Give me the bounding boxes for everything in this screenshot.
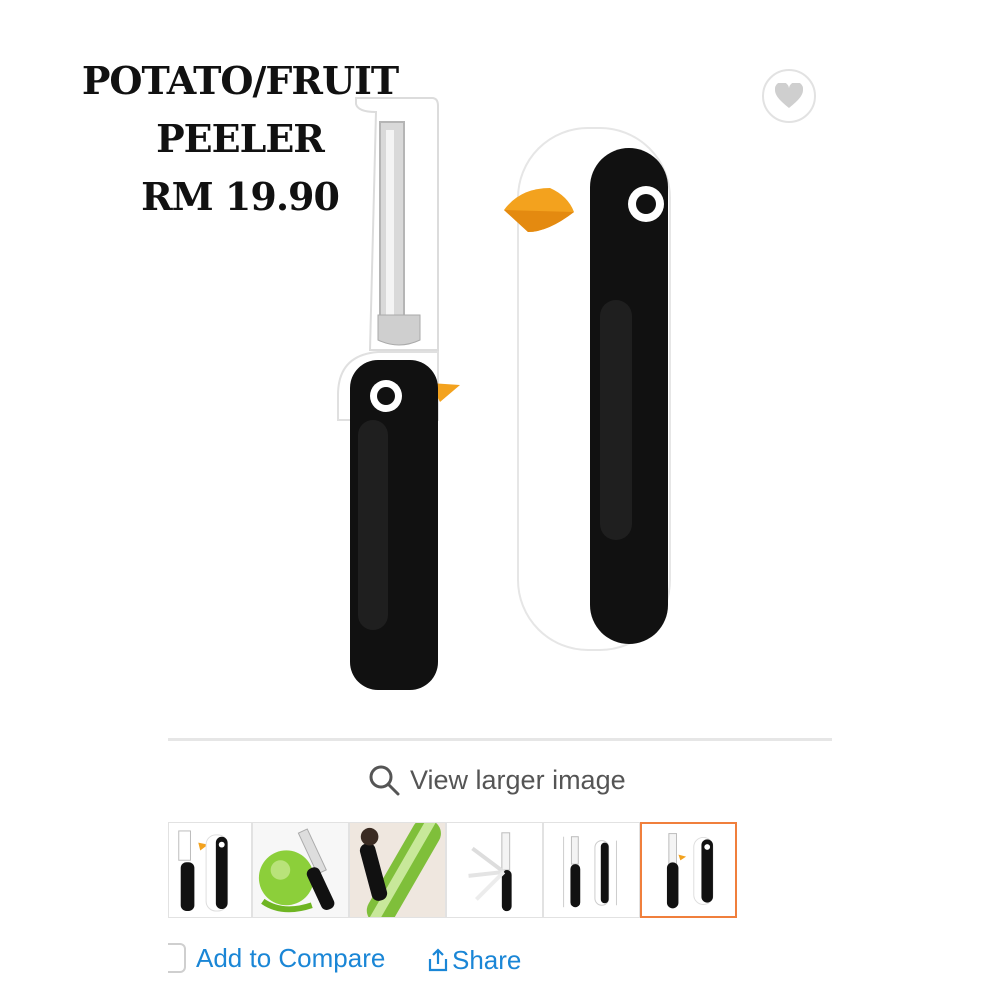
- thumbnail-peeler-and-holder-selected[interactable]: [640, 822, 737, 918]
- thumbnail-strip: [168, 822, 737, 918]
- share-label: Share: [452, 944, 522, 975]
- compare-checkbox[interactable]: [168, 943, 186, 973]
- share-button[interactable]: Share: [426, 942, 521, 978]
- wishlist-button[interactable]: [762, 69, 816, 123]
- thumbnail-peeling-apple[interactable]: [252, 822, 349, 918]
- view-larger-image-link[interactable]: View larger image: [368, 760, 626, 800]
- share-icon: [428, 948, 448, 972]
- thumbnail-peeling-cucumber[interactable]: [349, 822, 446, 918]
- add-to-compare-label: Add to Compare: [196, 942, 386, 973]
- heart-icon: [775, 83, 803, 108]
- search-icon: [369, 765, 400, 796]
- penguin-peeler-illustration: [337, 97, 671, 690]
- thumbnail-dimensions[interactable]: [543, 822, 640, 918]
- view-larger-label: View larger image: [410, 764, 626, 795]
- thumbnail-peeler-and-holder[interactable]: [168, 822, 252, 918]
- thumbnail-rotary-opening[interactable]: [446, 822, 543, 918]
- product-main-image[interactable]: [300, 90, 720, 710]
- image-divider: [168, 738, 832, 741]
- add-to-compare[interactable]: Add to Compare: [168, 940, 385, 976]
